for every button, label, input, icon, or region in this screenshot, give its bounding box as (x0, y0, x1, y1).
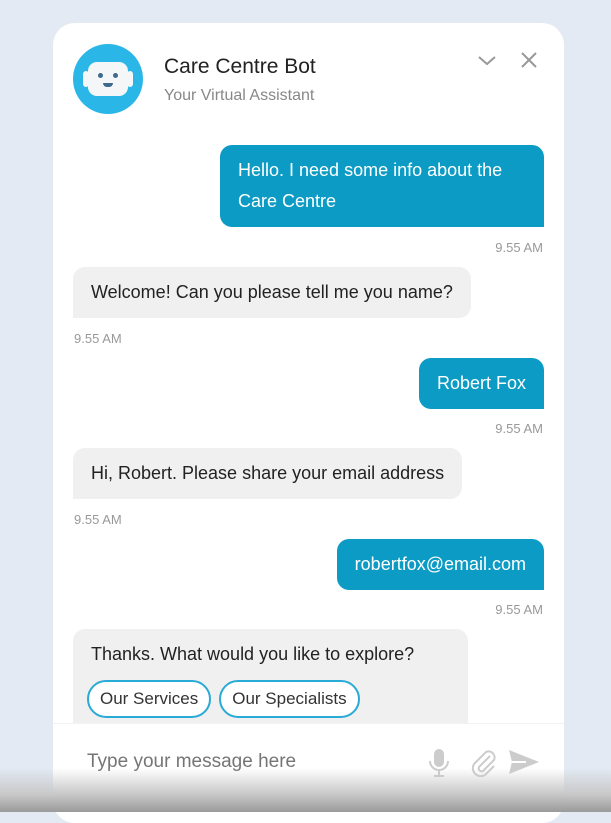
minimize-button[interactable] (476, 49, 498, 77)
bot-avatar (73, 44, 143, 114)
robot-eye (113, 73, 118, 78)
message-time: 9.55 AM (495, 602, 543, 617)
robot-mouth (103, 83, 113, 87)
message-time: 9.55 AM (495, 240, 543, 255)
user-message: Robert Fox (418, 358, 544, 409)
message-input[interactable] (87, 751, 407, 773)
robot-icon (88, 62, 128, 96)
message-time: 9.55 AM (495, 421, 543, 436)
close-icon (521, 52, 537, 68)
chevron-down-icon (478, 56, 496, 66)
option-our-specialists[interactable]: Our Specialists (219, 680, 360, 718)
bot-message-text: Thanks. What would you like to explore? (91, 644, 415, 664)
bot-message: Hi, Robert. Please share your email addr… (73, 448, 463, 499)
send-icon[interactable] (508, 748, 540, 776)
bot-subtitle: Your Virtual Assistant (164, 87, 315, 104)
message-time: 9.55 AM (74, 512, 122, 527)
chat-widget: Care Centre Bot Your Virtual Assistant H… (53, 23, 564, 823)
composer (53, 723, 564, 823)
bot-title: Care Centre Bot (164, 55, 316, 78)
microphone-icon[interactable] (428, 748, 450, 778)
message-time: 9.55 AM (74, 331, 122, 346)
user-message: Hello. I need some info about the Care C… (220, 145, 544, 227)
robot-eye (98, 73, 103, 78)
bot-message: Welcome! Can you please tell me you name… (73, 267, 471, 318)
close-button[interactable] (518, 49, 540, 77)
option-our-services[interactable]: Our Services (87, 680, 212, 718)
paperclip-icon[interactable] (468, 748, 498, 778)
user-message: robertfox@email.com (336, 539, 544, 590)
